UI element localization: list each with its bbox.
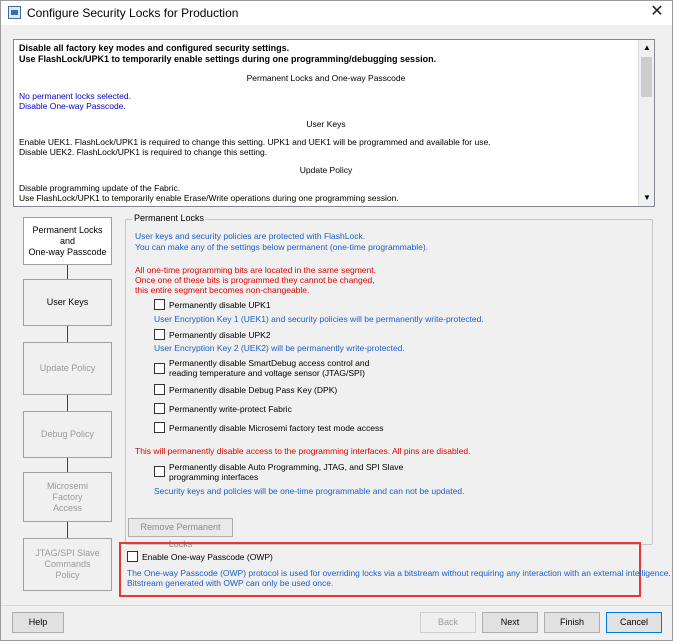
- disable-upk2-label: Permanently disable UPK2: [169, 330, 271, 340]
- nav-debug-policy[interactable]: Debug Policy: [23, 411, 112, 458]
- nav-permanent-locks[interactable]: Permanent Locks and One-way Passcode: [23, 217, 112, 265]
- help-button[interactable]: Help: [12, 612, 64, 633]
- auto-programming-note: Security keys and policies will be one-t…: [154, 486, 465, 496]
- scroll-down-arrow-icon[interactable]: ▼: [639, 190, 654, 206]
- summary-up-1: Disable programming update of the Fabric…: [19, 183, 181, 193]
- nav-connector: [67, 522, 68, 538]
- upk2-note: User Encryption Key 2 (UEK2) will be per…: [154, 343, 405, 353]
- disable-auto-programming-checkbox[interactable]: [154, 466, 165, 477]
- footer-divider: [1, 605, 672, 606]
- next-button[interactable]: Next: [482, 612, 538, 633]
- enable-owp-label: Enable One-way Passcode (OWP): [142, 552, 273, 562]
- disable-upk1-label: Permanently disable UPK1: [169, 300, 271, 310]
- back-button[interactable]: Back: [420, 612, 476, 633]
- disable-auto-programming-label-1: Permanently disable Auto Programming, JT…: [169, 462, 404, 472]
- nav-connector: [67, 326, 68, 342]
- nav-jtag-spi-slave-policy[interactable]: JTAG/SPI Slave Commands Policy: [23, 538, 112, 591]
- summary-heading-update-policy: Update Policy: [299, 165, 353, 175]
- nav-connector: [67, 458, 68, 472]
- close-button[interactable]: ✕: [648, 3, 666, 21]
- disable-auto-programming-label-2: programming interfaces: [169, 472, 259, 482]
- scroll-thumb[interactable]: [641, 57, 652, 97]
- scroll-up-arrow-icon[interactable]: ▲: [639, 40, 654, 56]
- info-line-2: You can make any of the settings below p…: [135, 242, 429, 252]
- disable-smartdebug-checkbox[interactable]: [154, 363, 165, 374]
- warning-line-1: All one-time programming bits are locate…: [135, 265, 376, 275]
- enable-owp-checkbox[interactable]: [127, 551, 138, 562]
- disable-smartdebug-label-1: Permanently disable SmartDebug access co…: [169, 358, 370, 368]
- disable-dpk-checkbox[interactable]: [154, 384, 165, 395]
- summary-content: Disable all factory key modes and config…: [14, 40, 638, 206]
- owp-note-1: The One-way Passcode (OWP) protocol is u…: [127, 568, 671, 578]
- disable-dpk-label: Permanently disable Debug Pass Key (DPK): [169, 385, 338, 395]
- disable-upk2-checkbox[interactable]: [154, 329, 165, 340]
- info-line-1: User keys and security policies are prot…: [135, 231, 366, 241]
- summary-heading-user-keys: User Keys: [306, 119, 346, 129]
- nav-microsemi-factory-access[interactable]: Microsemi Factory Access: [23, 472, 112, 522]
- summary-line-2: Use FlashLock/UPK1 to temporarily enable…: [19, 54, 437, 64]
- write-protect-fabric-label: Permanently write-protect Fabric: [169, 404, 292, 414]
- summary-pl-2: Disable One-way Passcode.: [19, 101, 126, 111]
- disable-factory-test-checkbox[interactable]: [154, 422, 165, 433]
- warning-line-2: Once one of these bits is programmed the…: [135, 275, 375, 285]
- summary-scrollbar[interactable]: ▲ ▼: [638, 40, 654, 206]
- disable-upk1-checkbox[interactable]: [154, 299, 165, 310]
- summary-line-1: Disable all factory key modes and config…: [19, 43, 290, 53]
- summary-uk-2: Disable UEK2. FlashLock/UPK1 is required…: [19, 147, 268, 157]
- summary-uk-1: Enable UEK1. FlashLock/UPK1 is required …: [19, 137, 491, 147]
- summary-textbox[interactable]: Disable all factory key modes and config…: [13, 39, 655, 207]
- interfaces-warning: This will permanently disable access to …: [135, 446, 471, 456]
- dialog-window: Configure Security Locks for Production …: [0, 0, 673, 641]
- remove-permanent-locks-button[interactable]: Remove Permanent Locks: [128, 518, 233, 549]
- nav-connector: [67, 395, 68, 411]
- window-title: Configure Security Locks for Production: [27, 6, 239, 20]
- title-bar: Configure Security Locks for Production …: [1, 1, 672, 25]
- disable-smartdebug-label-2: reading temperature and voltage sensor (…: [169, 368, 365, 378]
- upk1-note: User Encryption Key 1 (UEK1) and securit…: [154, 314, 484, 324]
- summary-heading-permanent-locks: Permanent Locks and One-way Passcode: [246, 73, 406, 83]
- nav-connector: [67, 265, 68, 279]
- nav-user-keys[interactable]: User Keys: [23, 279, 112, 326]
- warning-line-3: this entire segment becomes non-changeab…: [135, 285, 310, 295]
- summary-pl-1: No permanent locks selected.: [19, 91, 131, 101]
- app-icon: [8, 6, 21, 19]
- finish-button[interactable]: Finish: [544, 612, 600, 633]
- nav-update-policy[interactable]: Update Policy: [23, 342, 112, 395]
- summary-up-2: Use FlashLock/UPK1 to temporarily enable…: [19, 193, 399, 203]
- disable-factory-test-label: Permanently disable Microsemi factory te…: [169, 423, 384, 433]
- owp-note-2: Bitstream generated with OWP can only be…: [127, 578, 334, 588]
- cancel-button[interactable]: Cancel: [606, 612, 662, 633]
- write-protect-fabric-checkbox[interactable]: [154, 403, 165, 414]
- group-legend: Permanent Locks: [132, 213, 207, 223]
